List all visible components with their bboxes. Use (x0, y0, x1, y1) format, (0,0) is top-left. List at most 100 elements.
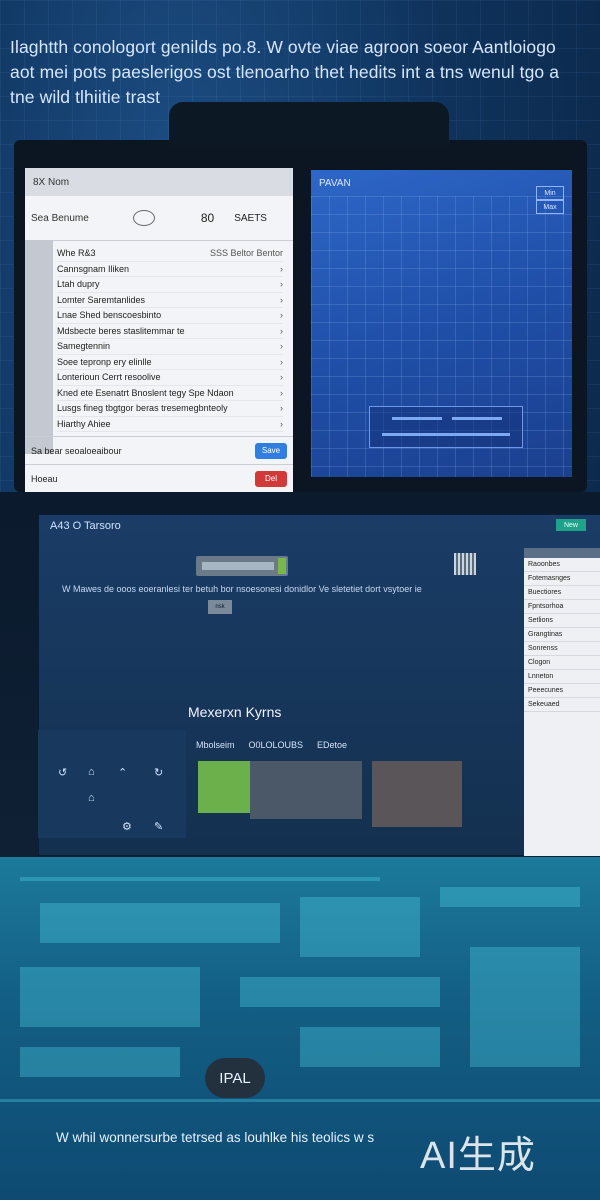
map-info-panel (369, 406, 523, 448)
media-thumbnail[interactable] (372, 761, 462, 827)
list-item[interactable]: Raoonbes (524, 558, 600, 572)
media-tabs: Mbolseim O0LOLOUBS EDetoe (186, 732, 414, 758)
header-paragraph: Ilaghtth conologort genilds po.8. W ovte… (10, 37, 560, 107)
list-item-label: Lusgs fineg tbgtgor beras tresemegbnteol… (57, 403, 228, 414)
settings-titlebar[interactable]: 8X Nom (25, 168, 293, 196)
control-pad: ↺ ⌂ ⌃ ↻ ⌂ ⚙ ✎ (38, 730, 186, 838)
chevron-right-icon: › (280, 372, 283, 383)
circuit-block (470, 947, 580, 1067)
watermark: AI生成 (420, 1135, 536, 1177)
toolbar-circle-icon[interactable] (132, 210, 155, 226)
list-item-label: Cannsgnam Iliken (57, 263, 130, 274)
chevron-right-icon: › (280, 325, 283, 336)
tool-icon[interactable]: ✎ (154, 820, 163, 833)
tab-mbolseim[interactable]: Mbolseim (196, 740, 235, 750)
media-heading: Mexerxn Kyrns (188, 704, 282, 720)
list-item[interactable]: Samegtennin › (57, 339, 283, 355)
progress-end (278, 558, 286, 574)
tag-chip[interactable]: nsk (208, 600, 232, 614)
list-item[interactable]: Lomter Saremtanlides › (57, 293, 283, 308)
chevron-right-icon: › (280, 341, 283, 352)
list-item[interactable]: Peeecunes (524, 684, 600, 698)
list-item[interactable]: Sekeuaed (524, 698, 600, 712)
chevron-right-icon: › (280, 418, 283, 429)
list-item-label: Soee tepronp ery elinlle (57, 356, 152, 367)
page: Ilaghtth conologort genilds po.8. W ovte… (0, 0, 600, 1200)
list-item-label: Whe R&3 (57, 248, 96, 259)
list-item[interactable]: Whe R&3 SSS Beltor Bentor (57, 246, 283, 262)
circuit-block (240, 977, 440, 1007)
settings-title: 8X Nom (33, 176, 70, 188)
rotate-right-icon[interactable]: ↻ (154, 766, 163, 779)
list-item[interactable]: Ltah dupry › (57, 277, 283, 293)
list-item[interactable]: Lusgs fineg tbgtgor beras tresemegbnteol… (57, 401, 283, 417)
list-item-label: Lnae Shed benscoesbinto (57, 310, 162, 321)
minimize-button[interactable]: Min (536, 186, 564, 200)
list-item[interactable]: Buectiores (524, 586, 600, 600)
panel-bar (452, 417, 502, 420)
side-panel-titlebar[interactable] (524, 548, 600, 558)
list-item[interactable]: Lnneton (524, 670, 600, 684)
toolbar-number: 80 (200, 211, 215, 225)
settings-icon[interactable]: ⚙ (122, 820, 132, 833)
list-item[interactable]: Lonterioun Cerrt resoolive › (57, 370, 283, 386)
list-item[interactable]: Sonrenss (524, 642, 600, 656)
map-titlebar[interactable]: PAVAN (311, 170, 572, 196)
list-item-value: SSS Beltor Bentor (209, 248, 283, 259)
map-window: PAVAN Min Max (311, 170, 572, 477)
chevron-right-icon: › (280, 263, 283, 274)
device-lid (169, 102, 449, 146)
processor-chip-icon: IPAL (205, 1058, 265, 1098)
chevron-right-icon: › (280, 356, 283, 367)
list-item[interactable]: Kned ete Esenatrt Bnoslent tegy Spe Ndao… (57, 386, 283, 401)
home-icon[interactable]: ⌂ (88, 792, 95, 804)
settings-toolbar: Sea Benume 80 SAETS (25, 196, 293, 241)
tab-edetoe[interactable]: EDetoe (317, 740, 347, 750)
save-button[interactable]: Save (255, 442, 287, 459)
media-thumbnail[interactable] (198, 761, 250, 813)
circuit-trace (0, 1099, 600, 1102)
progress-bar[interactable] (196, 556, 288, 576)
list-item[interactable]: Fotemasnges (524, 572, 600, 586)
list-item[interactable]: Lnae Shed benscoesbinto › (57, 308, 283, 324)
delete-button[interactable]: Del (255, 470, 287, 487)
footer-label: Hoeau (31, 473, 58, 484)
circuit-block (300, 897, 420, 957)
list-item-label: Mdsbecte beres staslitemmar te (57, 325, 185, 336)
chevron-right-icon: › (280, 403, 283, 414)
settings-sidebar (25, 240, 53, 454)
panel-bar (392, 417, 442, 420)
status-badge: New (556, 519, 586, 531)
map-title: PAVAN (319, 177, 351, 189)
list-item-label: Lomter Saremtanlides (57, 294, 146, 305)
list-item[interactable]: Cannsgnam Iliken › (57, 262, 283, 277)
list-item-label: Samegtennin (57, 341, 111, 352)
chevron-right-icon: › (280, 310, 283, 321)
circuit-block (300, 1027, 440, 1067)
circuit-trace (20, 877, 380, 881)
list-item[interactable]: Soee tepronp ery elinlle › (57, 355, 283, 370)
chevron-right-icon: › (280, 387, 283, 398)
maximize-button[interactable]: Max (536, 200, 564, 214)
list-item[interactable]: Mdsbecte beres staslitemmar te › (57, 324, 283, 339)
settings-window: 8X Nom Sea Benume 80 SAETS Whe R&3 SSS Be… (25, 168, 293, 492)
media-thumbnail[interactable] (250, 761, 362, 819)
up-icon[interactable]: ⌃ (118, 766, 127, 779)
rotate-left-icon[interactable]: ↺ (58, 766, 67, 779)
toolbar-search-label[interactable]: Sea Benume (31, 213, 89, 224)
qr-code-icon (454, 553, 476, 575)
list-item[interactable]: Fpntsorhoa (524, 600, 600, 614)
media-window-title: A43 O Tarsoro (50, 520, 121, 532)
list-item[interactable]: Setlions (524, 614, 600, 628)
bottom-caption: W whil wonnersurbe tetrsed as louhlke hi… (56, 1130, 375, 1145)
list-item[interactable]: Hiarthy Ahiee › (57, 417, 283, 432)
list-item[interactable]: Clogon (524, 656, 600, 670)
list-item[interactable]: Grangtinas (524, 628, 600, 642)
media-description: W Mawes de ooos eoeranlesi ter betuh bor… (62, 584, 422, 594)
progress-fill (202, 562, 274, 570)
up-arrow-icon[interactable]: ⌂ (88, 766, 95, 778)
tab-oolouubs[interactable]: O0LOLOUBS (249, 740, 304, 750)
chevron-right-icon: › (280, 279, 283, 290)
toolbar-right-label[interactable]: SAETS (234, 213, 267, 224)
side-panel-window: Raoonbes Fotemasnges Buectiores Fpntsorh… (524, 548, 600, 856)
